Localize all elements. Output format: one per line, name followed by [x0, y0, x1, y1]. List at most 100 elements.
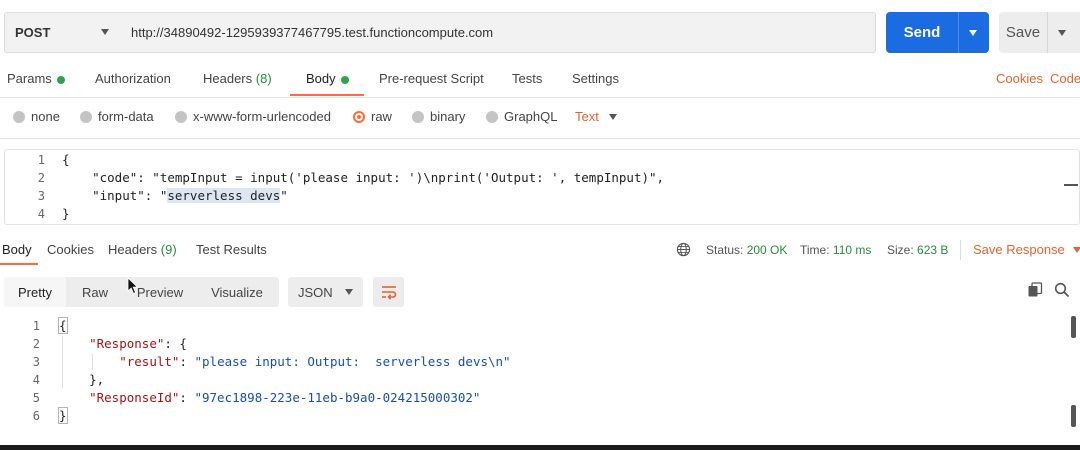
line-number: 6 — [32, 409, 40, 423]
response-format-select[interactable]: JSON — [288, 277, 363, 307]
tab-params[interactable]: Params — [7, 71, 65, 86]
line-number: 4 — [37, 207, 45, 221]
tab-headers-label: Headers — [203, 71, 253, 86]
method-label: POST — [15, 25, 51, 40]
radio-urlencoded-label: x-www-form-urlencoded — [193, 109, 331, 124]
json-punct: : — [179, 354, 195, 369]
line-number: 3 — [37, 189, 45, 203]
response-time: Time: 110 ms — [800, 243, 871, 257]
response-body-viewer[interactable]: 1 2 3 4 5 6 { "Response": { "result": "p… — [0, 314, 1080, 439]
send-options-chevron-icon[interactable] — [969, 29, 977, 36]
radio-binary[interactable]: binary — [412, 109, 465, 124]
method-select[interactable]: POST — [4, 12, 122, 53]
save-divider — [1047, 12, 1048, 53]
code-text: "input": " — [62, 188, 168, 203]
scrollbar-thumb[interactable] — [1071, 316, 1076, 338]
view-preview-button[interactable]: Preview — [132, 277, 188, 307]
request-body-editor[interactable]: 1 2 3 4 { "code": "tempInput = input('pl… — [4, 149, 1080, 225]
response-status: Status: 200 OK — [706, 243, 787, 257]
size-value: 623 B — [917, 243, 949, 257]
tab-settings-label: Settings — [572, 71, 619, 86]
tab-body[interactable]: Body — [306, 71, 349, 86]
radio-form-data-circle-icon — [80, 110, 92, 123]
save-options-chevron-icon[interactable] — [1058, 29, 1066, 36]
code-link[interactable]: Code — [1050, 71, 1080, 86]
size-label: Size: — [887, 243, 914, 257]
chevron-down-icon — [608, 113, 617, 120]
code-line: "result": "please input: Output: serverl… — [59, 354, 511, 369]
save-label: Save — [1005, 24, 1041, 41]
json-string: "please input: Output: serverless devs\n… — [194, 354, 511, 369]
json-string: "97ec1898-223e-11eb-b9a0-024215000302" — [194, 390, 481, 405]
response-size: Size: 623 B — [887, 243, 948, 257]
view-raw-button[interactable]: Raw — [72, 277, 118, 307]
radio-urlencoded-circle-icon — [175, 110, 187, 123]
editor-scroll-indicator[interactable] — [1064, 184, 1078, 186]
response-tab-headers-count: (9) — [160, 242, 177, 257]
code-text: " — [280, 188, 288, 203]
status-label: Status: — [706, 243, 744, 257]
tab-tests-label: Tests — [512, 71, 543, 86]
body-format-select[interactable]: Text — [575, 109, 617, 124]
tab-settings[interactable]: Settings — [572, 71, 619, 86]
tab-headers-count: (8) — [255, 71, 272, 86]
radio-none[interactable]: none — [13, 109, 60, 124]
tab-authorization[interactable]: Authorization — [95, 71, 171, 86]
url-text: http://34890492-1295939377467795.test.fu… — [131, 25, 494, 40]
response-tab-test-results[interactable]: Test Results — [196, 242, 267, 257]
response-tab-cookies[interactable]: Cookies — [47, 242, 94, 257]
chevron-down-icon — [344, 289, 353, 295]
copy-icon[interactable] — [1027, 282, 1043, 298]
radio-none-circle-icon — [13, 110, 25, 123]
json-punct: : { — [164, 336, 187, 351]
json-punct: }, — [89, 372, 105, 387]
status-value: 200 OK — [746, 243, 788, 257]
send-button[interactable]: Send — [886, 12, 989, 53]
code-line: } — [62, 206, 70, 221]
line-number: 1 — [32, 319, 40, 333]
body-format-label: Text — [575, 109, 599, 124]
response-tab-body-underline — [0, 263, 38, 265]
radio-graphql-circle-icon — [486, 110, 498, 123]
save-response-label: Save Response — [973, 242, 1065, 257]
radio-binary-circle-icon — [412, 110, 424, 123]
search-icon[interactable] — [1054, 282, 1070, 298]
time-value: 110 ms — [832, 243, 872, 257]
json-key: "Response" — [89, 336, 165, 351]
radio-graphql[interactable]: GraphQL — [486, 109, 557, 124]
response-tab-body[interactable]: Body — [2, 242, 32, 257]
url-input[interactable]: http://34890492-1295939377467795.test.fu… — [121, 12, 876, 53]
wrap-lines-button[interactable] — [373, 277, 404, 307]
code-line: "ResponseId": "97ec1898-223e-11eb-b9a0-0… — [59, 390, 480, 405]
json-key: "ResponseId" — [89, 390, 180, 405]
status-divider — [960, 240, 961, 260]
radio-raw-label: raw — [371, 109, 392, 124]
save-button[interactable]: Save — [999, 12, 1080, 53]
radio-urlencoded[interactable]: x-www-form-urlencoded — [175, 109, 331, 124]
line-number: 2 — [32, 337, 40, 351]
tab-authorization-label: Authorization — [95, 71, 171, 86]
time-label: Time: — [800, 243, 830, 257]
tab-tests[interactable]: Tests — [512, 71, 542, 86]
response-format-label: JSON — [298, 284, 333, 300]
bottom-edge — [0, 445, 1080, 450]
view-visualize-button[interactable]: Visualize — [206, 277, 268, 307]
save-response-button[interactable]: Save Response — [973, 242, 1080, 257]
selected-text-highlight: serverless devs — [167, 188, 281, 203]
json-punct: : — [179, 390, 195, 405]
body-active-dot-icon — [340, 75, 349, 84]
radio-graphql-label: GraphQL — [504, 109, 558, 124]
tab-prerequest-label: Pre-request Script — [379, 71, 484, 86]
code-line: "code": "tempInput = input('please input… — [62, 170, 665, 185]
radio-none-label: none — [31, 109, 60, 124]
view-pretty-button[interactable]: Pretty — [4, 277, 66, 307]
tab-params-label: Params — [7, 71, 52, 86]
tab-prerequest-script[interactable]: Pre-request Script — [379, 71, 484, 86]
scrollbar-thumb[interactable] — [1071, 405, 1076, 427]
response-tab-headers[interactable]: Headers (9) — [108, 242, 177, 257]
radio-raw[interactable]: raw — [353, 109, 392, 124]
globe-icon[interactable] — [676, 242, 691, 257]
tab-headers[interactable]: Headers (8) — [203, 71, 272, 86]
cookies-link[interactable]: Cookies — [996, 71, 1043, 86]
radio-form-data[interactable]: form-data — [80, 109, 154, 124]
